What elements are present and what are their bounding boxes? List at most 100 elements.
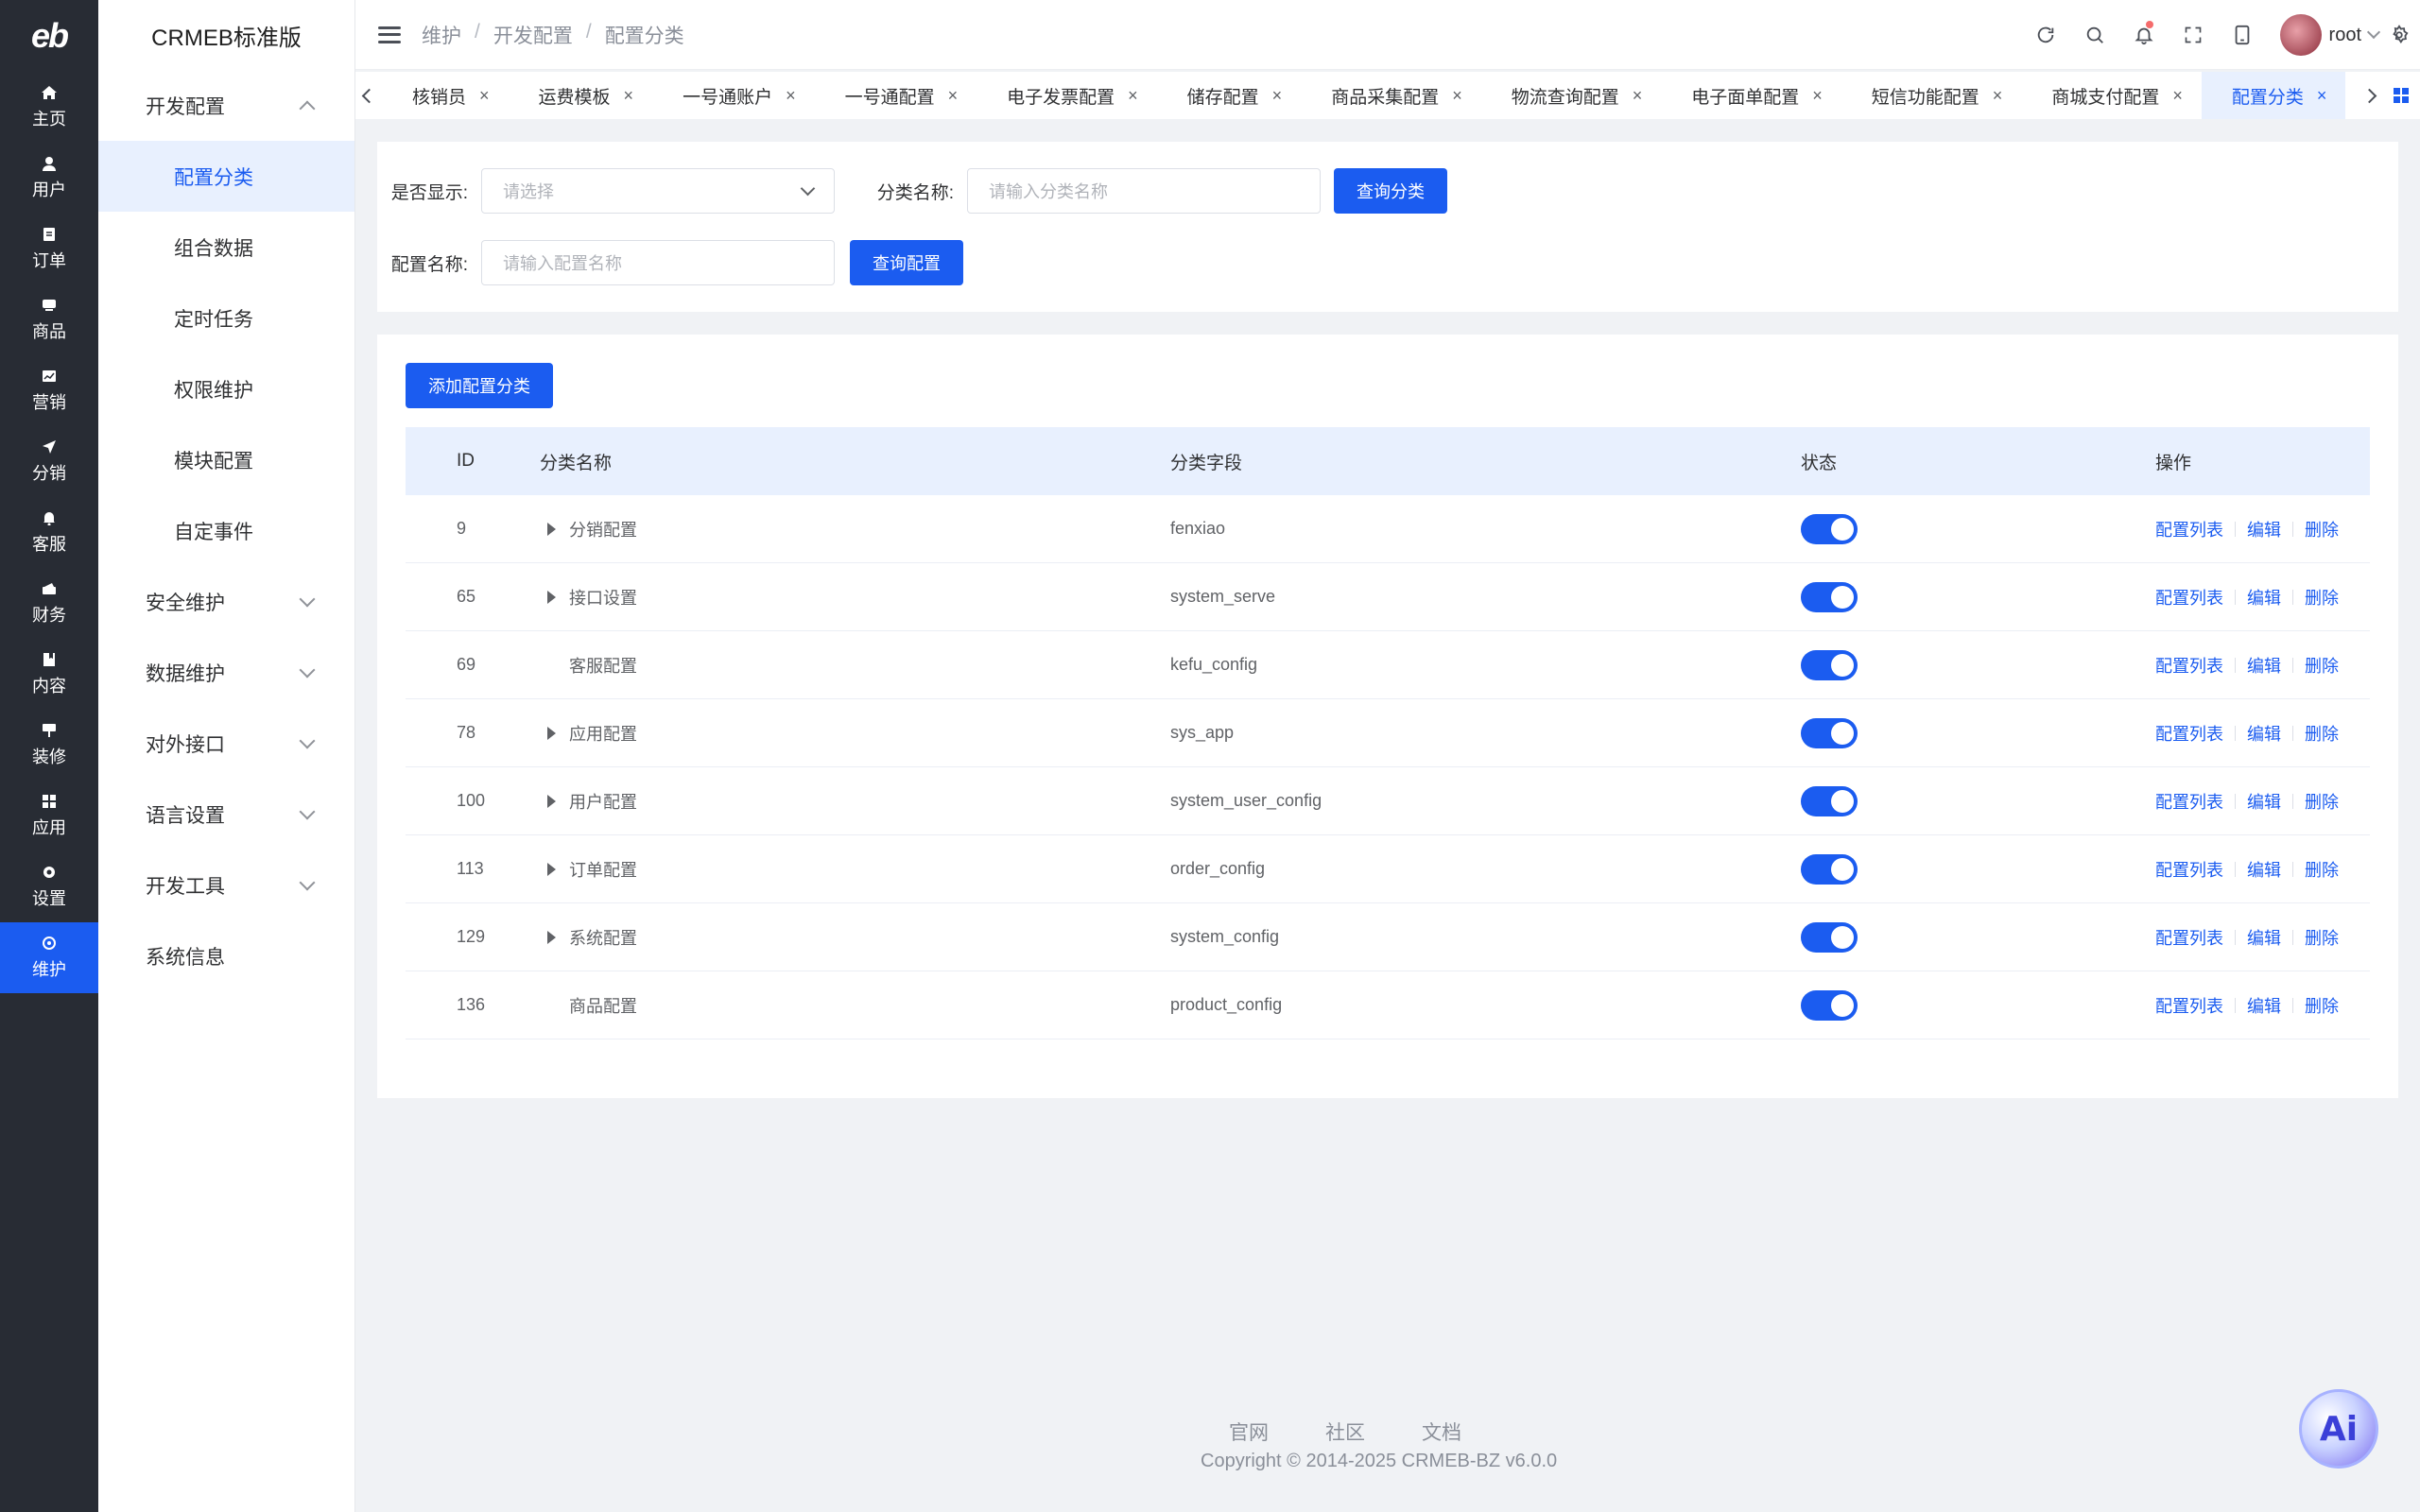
expand-arrow-icon[interactable] [547, 862, 556, 876]
edit-link[interactable]: 编辑 [2247, 585, 2281, 610]
delete-link[interactable]: 删除 [2305, 789, 2339, 814]
breadcrumb-item[interactable]: 开发配置 [493, 21, 573, 49]
show-select[interactable]: 请选择 [481, 168, 835, 214]
config-list-link[interactable]: 配置列表 [2155, 857, 2223, 882]
menu-group-item[interactable]: 语言设置 [98, 779, 354, 850]
breadcrumb-item[interactable]: 维护 [422, 21, 461, 49]
tabs-menu-icon[interactable] [2382, 72, 2420, 119]
close-icon[interactable]: × [479, 86, 490, 106]
config-list-link[interactable]: 配置列表 [2155, 721, 2223, 746]
tab-item[interactable]: 一号通账户 × [652, 72, 815, 119]
rail-item-apps[interactable]: 应用 [0, 781, 98, 851]
app-logo[interactable]: eb [0, 0, 98, 72]
rail-item-settings[interactable]: 设置 [0, 851, 98, 922]
close-icon[interactable]: × [1633, 86, 1643, 106]
delete-link[interactable]: 删除 [2305, 925, 2339, 950]
menu-group-item[interactable]: 开发工具 [98, 850, 354, 920]
menu-item-sysinfo[interactable]: 系统信息 [98, 920, 354, 991]
close-icon[interactable]: × [1812, 86, 1823, 106]
close-icon[interactable]: × [1993, 86, 2003, 106]
submenu-item[interactable]: 权限维护 [98, 353, 354, 424]
close-icon[interactable]: × [1272, 86, 1283, 106]
delete-link[interactable]: 删除 [2305, 653, 2339, 678]
delete-link[interactable]: 删除 [2305, 993, 2339, 1018]
menu-group-item[interactable]: 对外接口 [98, 708, 354, 779]
tab-item[interactable]: 短信功能配置 × [1841, 72, 2022, 119]
ai-assistant-button[interactable]: Ai [2299, 1389, 2378, 1469]
tab-item[interactable]: 运费模板 × [509, 72, 653, 119]
expand-arrow-icon[interactable] [547, 522, 556, 536]
edit-link[interactable]: 编辑 [2247, 925, 2281, 950]
submenu-item[interactable]: 配置分类 [98, 141, 354, 212]
rail-item-decoration[interactable]: 装修 [0, 710, 98, 781]
tab-item[interactable]: 储存配置 × [1157, 72, 1302, 119]
close-icon[interactable]: × [786, 86, 796, 106]
delete-link[interactable]: 删除 [2305, 721, 2339, 746]
delete-link[interactable]: 删除 [2305, 517, 2339, 541]
category-name-input[interactable]: 请输入分类名称 [967, 168, 1321, 214]
close-icon[interactable]: × [1452, 86, 1462, 106]
status-toggle[interactable] [1801, 853, 1858, 885]
close-icon[interactable]: × [2172, 86, 2183, 106]
tab-item[interactable]: 商城支付配置 × [2021, 72, 2202, 119]
rail-item-home[interactable]: 主页 [0, 72, 98, 143]
add-config-category-button[interactable]: 添加配置分类 [406, 363, 553, 408]
status-toggle[interactable] [1801, 717, 1858, 748]
fullscreen-icon[interactable] [2169, 0, 2218, 70]
tabs-scroll-left-icon[interactable] [355, 72, 382, 119]
close-icon[interactable]: × [948, 86, 959, 106]
tab-item[interactable]: 电子发票配置 × [977, 72, 1157, 119]
search-icon[interactable] [2070, 0, 2119, 70]
config-list-link[interactable]: 配置列表 [2155, 653, 2223, 678]
expand-arrow-icon[interactable] [547, 590, 556, 604]
expand-arrow-icon[interactable] [547, 930, 556, 944]
menu-group-item[interactable]: 数据维护 [98, 637, 354, 708]
edit-link[interactable]: 编辑 [2247, 517, 2281, 541]
refresh-icon[interactable] [2021, 0, 2070, 70]
tab-item[interactable]: 商品采集配置 × [1301, 72, 1481, 119]
rail-item-user[interactable]: 用户 [0, 143, 98, 214]
edit-link[interactable]: 编辑 [2247, 653, 2281, 678]
tab-item[interactable]: 配置分类 × [2201, 72, 2346, 119]
tab-item[interactable]: 核销员 × [382, 72, 509, 119]
status-toggle[interactable] [1801, 989, 1858, 1021]
submenu-item[interactable]: 定时任务 [98, 283, 354, 353]
menu-group-dev-config[interactable]: 开发配置 [98, 70, 354, 141]
query-config-button[interactable]: 查询配置 [850, 240, 963, 285]
username[interactable]: root [2329, 25, 2361, 46]
rail-item-distribution[interactable]: 分销 [0, 426, 98, 497]
bell-icon[interactable] [2119, 0, 2169, 70]
config-list-link[interactable]: 配置列表 [2155, 925, 2223, 950]
delete-link[interactable]: 删除 [2305, 585, 2339, 610]
mobile-preview-icon[interactable] [2218, 0, 2267, 70]
delete-link[interactable]: 删除 [2305, 857, 2339, 882]
gear-icon[interactable] [2378, 0, 2420, 70]
edit-link[interactable]: 编辑 [2247, 857, 2281, 882]
footer-link-community[interactable]: 社区 [1325, 1418, 1365, 1446]
menu-group-item[interactable]: 安全维护 [98, 566, 354, 637]
edit-link[interactable]: 编辑 [2247, 721, 2281, 746]
rail-item-maintenance[interactable]: 维护 [0, 922, 98, 993]
menu-toggle-icon[interactable] [378, 26, 401, 43]
status-toggle[interactable] [1801, 513, 1858, 544]
status-toggle[interactable] [1801, 921, 1858, 953]
expand-arrow-icon[interactable] [547, 726, 556, 740]
edit-link[interactable]: 编辑 [2247, 993, 2281, 1018]
tab-item[interactable]: 电子面单配置 × [1661, 72, 1841, 119]
rail-item-finance[interactable]: 财务 [0, 568, 98, 639]
config-list-link[interactable]: 配置列表 [2155, 993, 2223, 1018]
status-toggle[interactable] [1801, 785, 1858, 816]
tabs-scroll-right-icon[interactable] [2356, 72, 2382, 119]
rail-item-service[interactable]: 客服 [0, 497, 98, 568]
close-icon[interactable]: × [1128, 86, 1138, 106]
config-list-link[interactable]: 配置列表 [2155, 789, 2223, 814]
status-toggle[interactable] [1801, 649, 1858, 680]
footer-link-official[interactable]: 官网 [1229, 1418, 1269, 1446]
submenu-item[interactable]: 组合数据 [98, 212, 354, 283]
rail-item-order[interactable]: 订单 [0, 214, 98, 284]
rail-item-content[interactable]: 内容 [0, 639, 98, 710]
config-list-link[interactable]: 配置列表 [2155, 517, 2223, 541]
footer-link-docs[interactable]: 文档 [1422, 1418, 1461, 1446]
avatar[interactable] [2279, 14, 2322, 56]
close-icon[interactable]: × [2317, 86, 2327, 106]
